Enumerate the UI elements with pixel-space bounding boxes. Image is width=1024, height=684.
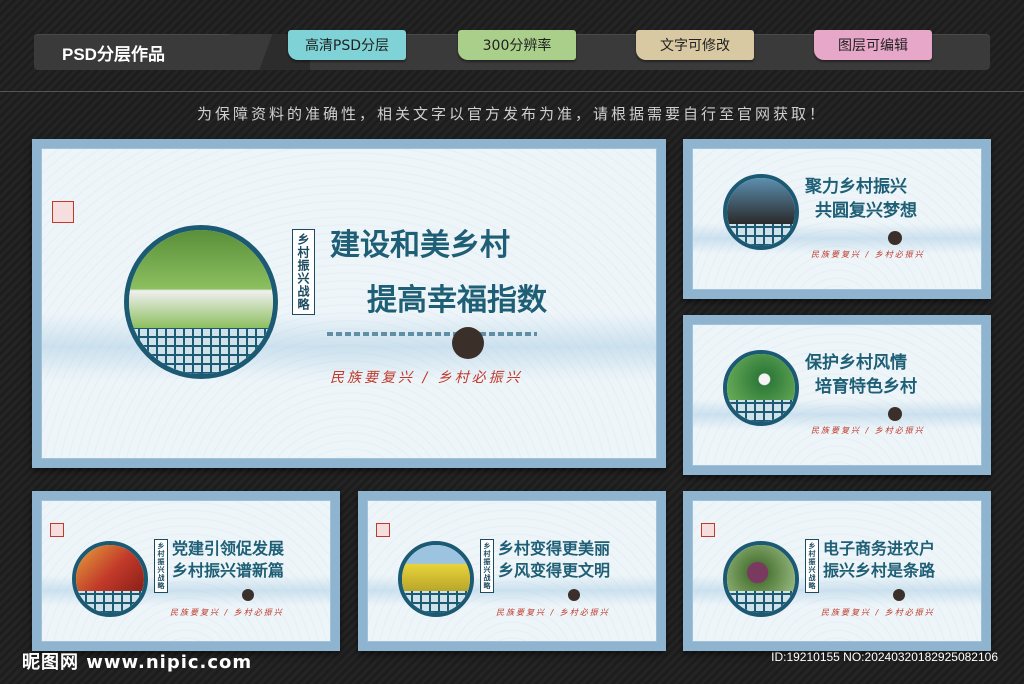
notice-text: 为保障资料的准确性，相关文字以官方发布为准，请根据需要自行至官网获取！ — [196, 105, 827, 123]
round-window-photo — [72, 541, 148, 617]
vertical-tag: 乡村振兴战略 — [805, 539, 819, 593]
headline-line2: 共圆复兴梦想 — [815, 201, 917, 221]
party-photo — [76, 545, 144, 592]
rapeseed-field-photo — [402, 545, 470, 592]
bronze-ding-icon — [568, 589, 580, 601]
seal-stamp — [701, 523, 715, 537]
tag-editable-text: 文字可修改 — [636, 30, 754, 60]
headline-line2: 培育特色乡村 — [815, 377, 917, 397]
slogan: 民族要复兴 / 乡村必振兴 — [170, 608, 284, 617]
tag-label: 300分辨率 — [482, 38, 552, 54]
board-panel: 乡村振兴战略 电子商务进农户 振兴乡村是条路 民族要复兴 / 乡村必振兴 — [692, 500, 982, 642]
window-lattice — [727, 400, 795, 422]
bronze-ding-icon — [888, 407, 902, 421]
headline-line1: 保护乡村风情 — [805, 353, 907, 373]
bronze-ding-icon — [242, 589, 254, 601]
vertical-tag: 乡村振兴战略 — [154, 539, 168, 593]
headline-line1: 乡村变得更美丽 — [498, 539, 611, 558]
round-window-photo — [723, 350, 799, 426]
board-panel: 乡村振兴战略 乡村变得更美丽 乡风变得更文明 民族要复兴 / 乡村必振兴 — [367, 500, 657, 642]
bronze-ding-icon — [888, 231, 902, 245]
slogan: 民族要复兴 / 乡村必振兴 — [821, 608, 935, 617]
board-main: 乡村振兴战略 建设和美乡村 提高幸福指数 民族要复兴 / 乡村必振兴 — [32, 139, 666, 468]
tag-label: 图层可编辑 — [838, 38, 908, 54]
board-panel: 保护乡村风情 培育特色乡村 民族要复兴 / 乡村必振兴 — [692, 324, 982, 466]
board-2: 聚力乡村振兴 共圆复兴梦想 民族要复兴 / 乡村必振兴 — [683, 139, 991, 299]
image-id: ID:19210155 NO:20240320182925082106 — [771, 650, 998, 664]
board-panel: 乡村振兴战略 建设和美乡村 提高幸福指数 民族要复兴 / 乡村必振兴 — [41, 148, 657, 459]
tag-editable-layers: 图层可编辑 — [814, 30, 932, 60]
window-lattice — [727, 224, 795, 246]
top-bar-title: PSD分层作品 — [62, 45, 165, 64]
round-window-photo — [723, 174, 799, 250]
headline-line2: 提高幸福指数 — [367, 283, 547, 318]
slogan: 民族要复兴 / 乡村必振兴 — [330, 370, 523, 386]
window-lattice — [727, 591, 795, 613]
board-panel: 聚力乡村振兴 共圆复兴梦想 民族要复兴 / 乡村必振兴 — [692, 148, 982, 290]
header-divider — [0, 91, 1024, 92]
round-window-photo — [398, 541, 474, 617]
slogan: 民族要复兴 / 乡村必振兴 — [811, 426, 925, 435]
headline-line2: 振兴乡村是条路 — [823, 561, 936, 580]
round-window-photo — [723, 541, 799, 617]
seal-stamp — [52, 201, 74, 223]
bronze-ding-icon — [893, 589, 905, 601]
window-lattice — [402, 591, 470, 613]
grapes-photo — [727, 545, 795, 592]
board-3: 保护乡村风情 培育特色乡村 民族要复兴 / 乡村必振兴 — [683, 315, 991, 475]
lotus-photo — [727, 354, 795, 401]
tag-resolution: 300分辨率 — [458, 30, 576, 60]
vertical-tag: 乡村振兴战略 — [292, 229, 315, 315]
slogan: 民族要复兴 / 乡村必振兴 — [811, 250, 925, 259]
slogan: 民族要复兴 / 乡村必振兴 — [496, 608, 610, 617]
board-4: 乡村振兴战略 党建引领促发展 乡村振兴谱新篇 民族要复兴 / 乡村必振兴 — [32, 491, 340, 651]
headline-line1: 建设和美乡村 — [330, 228, 510, 263]
board-panel: 乡村振兴战略 党建引领促发展 乡村振兴谱新篇 民族要复兴 / 乡村必振兴 — [41, 500, 331, 642]
board-5: 乡村振兴战略 乡村变得更美丽 乡风变得更文明 民族要复兴 / 乡村必振兴 — [358, 491, 666, 651]
seal-stamp — [376, 523, 390, 537]
tag-label: 高清PSD分层 — [304, 38, 390, 54]
eaves-photo — [727, 178, 795, 225]
village-photo — [129, 230, 273, 328]
headline-line1: 电子商务进农户 — [823, 539, 936, 558]
pattern-strip — [327, 332, 537, 336]
round-window-photo — [124, 225, 278, 379]
headline-line1: 聚力乡村振兴 — [805, 177, 907, 197]
headline-line2: 乡村振兴谱新篇 — [172, 561, 285, 580]
vertical-tag: 乡村振兴战略 — [480, 539, 494, 593]
board-6: 乡村振兴战略 电子商务进农户 振兴乡村是条路 民族要复兴 / 乡村必振兴 — [683, 491, 991, 651]
seal-stamp — [50, 523, 64, 537]
headline-line2: 乡风变得更文明 — [498, 561, 611, 580]
headline-line1: 党建引领促发展 — [172, 539, 285, 558]
window-lattice — [76, 591, 144, 613]
tag-label: 文字可修改 — [660, 38, 730, 54]
site-logo[interactable]: 昵图网 www.nipic.com — [22, 648, 252, 674]
window-lattice — [129, 327, 273, 374]
bronze-ding-icon — [452, 327, 484, 359]
tag-psd-layers: 高清PSD分层 — [288, 30, 406, 60]
